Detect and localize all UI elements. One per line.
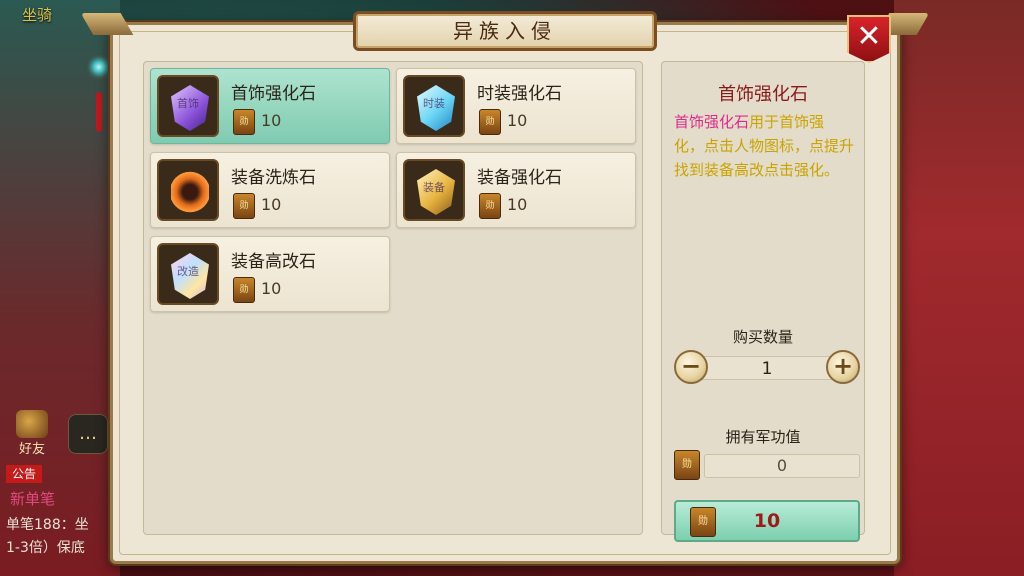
shop-dialog: 异族入侵 ✕ 首饰 首饰强化石勋 10 时装 时装强化石勋 10 装备洗炼石勋 10 装备… bbox=[80, 11, 930, 564]
item-price: 10 bbox=[261, 279, 282, 298]
dialog-title: 异族入侵 bbox=[353, 11, 657, 51]
chat-line: 单笔188：坐 bbox=[6, 517, 89, 533]
quantity-value: 1 bbox=[761, 359, 773, 379]
decrease-button[interactable]: − bbox=[674, 350, 708, 384]
military-merit-token-icon: 勋 bbox=[479, 193, 501, 219]
tassel-ornament-icon bbox=[96, 92, 102, 132]
plus-icon: + bbox=[832, 352, 854, 380]
military-merit-token-icon: 勋 bbox=[233, 109, 255, 135]
background-scene-right bbox=[894, 0, 1024, 576]
military-merit-token-icon: 勋 bbox=[233, 193, 255, 219]
close-button[interactable]: ✕ bbox=[847, 15, 891, 63]
minus-icon: − bbox=[680, 352, 702, 380]
gem-item-icon: 时装 bbox=[403, 75, 465, 137]
gem-item-icon: 装备 bbox=[403, 159, 465, 221]
friends-button[interactable]: 好友 bbox=[4, 410, 60, 458]
notice-tag: 公告 bbox=[6, 465, 43, 483]
description-highlight: 首饰强化石 bbox=[674, 113, 750, 131]
item-price: 10 bbox=[507, 111, 528, 130]
merit-row: 勋 0 bbox=[674, 448, 860, 482]
chat-button[interactable]: … bbox=[68, 414, 108, 454]
item-price: 10 bbox=[507, 195, 528, 214]
gem-icon bbox=[171, 171, 209, 213]
chat-line: 新单笔 bbox=[10, 490, 56, 508]
item-name: 时装强化石 bbox=[477, 84, 562, 104]
quantity-stepper: 1 − + bbox=[674, 350, 860, 386]
buy-button[interactable]: 勋 10 bbox=[674, 500, 860, 542]
mount-label[interactable]: 坐骑 bbox=[22, 4, 52, 25]
item-name: 首饰强化石 bbox=[231, 84, 316, 104]
shop-item[interactable]: 首饰 首饰强化石勋 10 bbox=[150, 68, 390, 144]
military-merit-token-icon: 勋 bbox=[233, 277, 255, 303]
merit-label: 拥有军功值 bbox=[725, 428, 801, 446]
gem-item-icon: 首饰 bbox=[157, 75, 219, 137]
military-merit-token-icon: 勋 bbox=[479, 109, 501, 135]
gem-glyph: 装备 bbox=[423, 181, 445, 194]
friends-label: 好友 bbox=[18, 442, 45, 457]
chat-line: 1-3倍）保底 bbox=[6, 540, 85, 556]
military-merit-token-icon: 勋 bbox=[674, 450, 700, 480]
quantity-label: 购买数量 bbox=[732, 328, 793, 346]
jewel-ornament-icon bbox=[92, 60, 106, 74]
increase-button[interactable]: + bbox=[826, 350, 860, 384]
item-name: 装备高改石 bbox=[231, 252, 316, 272]
shop-item[interactable]: 装备 装备强化石勋 10 bbox=[396, 152, 636, 228]
detail-item-name: 首饰强化石 bbox=[718, 84, 808, 105]
shop-item[interactable]: 装备洗炼石勋 10 bbox=[150, 152, 390, 228]
gem-glyph: 首饰 bbox=[177, 97, 199, 110]
buy-price: 10 bbox=[753, 510, 781, 532]
gem-item-icon: 改造 bbox=[157, 243, 219, 305]
shop-item[interactable]: 改造 装备高改石勋 10 bbox=[150, 236, 390, 312]
close-icon: ✕ bbox=[856, 19, 882, 54]
chat-bubble-icon: … bbox=[79, 423, 97, 444]
gem-glyph: 改造 bbox=[177, 265, 199, 278]
detail-description: 首饰强化石用于首饰强化，点击人物图标，点提升找到装备高改点击强化。 bbox=[674, 110, 854, 182]
item-price: 10 bbox=[261, 111, 282, 130]
item-price: 10 bbox=[261, 195, 282, 214]
gem-item-icon bbox=[157, 159, 219, 221]
item-detail-panel: 首饰强化石 首饰强化石用于首饰强化，点击人物图标，点提升找到装备高改点击强化。 … bbox=[661, 61, 865, 542]
shop-item[interactable]: 时装 时装强化石勋 10 bbox=[396, 68, 636, 144]
item-name: 装备洗炼石 bbox=[231, 168, 316, 188]
gem-glyph: 时装 bbox=[423, 97, 445, 110]
item-name: 装备强化石 bbox=[477, 168, 562, 188]
quantity-field[interactable]: 1 bbox=[694, 356, 840, 380]
item-list-panel: 首饰 首饰强化石勋 10 时装 时装强化石勋 10 装备洗炼石勋 10 装备 装备强化石勋 1… bbox=[143, 61, 643, 535]
friends-icon bbox=[16, 410, 48, 438]
merit-value: 0 bbox=[704, 454, 860, 478]
